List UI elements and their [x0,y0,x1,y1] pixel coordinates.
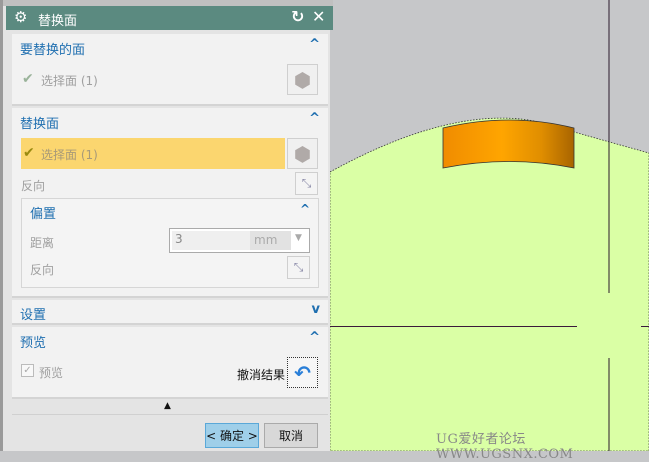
dialog-title: 替换面 [38,14,78,29]
distance-label: 距离 [30,236,55,250]
reverse-arrows-icon: ⤡ [301,176,312,190]
cancel-button[interactable]: 取消 [264,423,318,448]
section-faces-to-replace: 要替换的面 ^ ✔ 选择面 (1) ⬢ [12,34,328,106]
green-body [329,117,649,452]
section-title[interactable]: 预览 [20,332,46,351]
distance-value[interactable]: 3 [175,232,183,246]
undo-result-label: 撤消结果 [237,368,286,382]
preview-checkbox-label: 预览 [39,366,64,380]
chevron-up-icon[interactable]: ^ [309,37,320,52]
chevron-down-icon[interactable]: v [312,302,320,317]
section-title[interactable]: 替换面 [20,113,59,132]
collapse-arrow-icon[interactable]: ▲ [164,401,171,411]
ok-button[interactable]: < 确定 > [205,423,259,448]
check-icon: ✔ [22,71,34,87]
undo-icon: ↶ [294,360,311,385]
check-icon: ✔ [23,145,35,161]
undo-result-button[interactable]: ↶ [287,357,318,388]
orange-selected-face [442,119,575,169]
select-face-label[interactable]: 选择面 (1) [41,72,98,89]
offset-title[interactable]: 偏置 [30,203,56,222]
reverse-label: 反向 [30,263,55,277]
chevron-up-icon[interactable]: ^ [309,330,320,345]
preview-checkbox[interactable]: ✓ [21,364,34,377]
unit-select[interactable]: mm [254,233,277,247]
chevron-up-icon[interactable]: ^ [300,202,310,216]
dropdown-arrow-icon[interactable]: ▼ [295,233,302,243]
replace-face-dialog: ⚙ 替换面 ↻ ✕ 要替换的面 ^ ✔ 选择面 (1) ⬢ 替换面 ^ ✔ 选择… [0,0,333,451]
cube-icon: ⬢ [293,67,312,92]
reverse-arrows-icon: ⤡ [293,260,304,274]
section-title[interactable]: 设置 [20,304,46,323]
distance-input[interactable]: 3 mm ▼ [169,228,310,253]
graphics-viewport[interactable]: UG爱好者论坛 WWW.UGSNX.COM [329,0,649,462]
section-preview: 预览 ^ ✓ 预览 撤消结果 ↶ [12,327,328,399]
model-view [329,0,649,452]
close-icon[interactable]: ✕ [312,7,325,26]
section-title[interactable]: 要替换的面 [20,39,85,58]
watermark: UG爱好者论坛 WWW.UGSNX.COM [436,432,574,462]
gear-icon[interactable]: ⚙ [14,8,27,26]
section-settings[interactable]: 设置 v [12,300,328,325]
offset-group: 偏置 ^ 距离 3 mm ▼ 反向 ⤡ [21,198,319,288]
chevron-up-icon[interactable]: ^ [309,111,320,126]
reverse-label: 反向 [21,179,46,193]
select-face-row-active[interactable]: ✔ 选择面 (1) [21,138,285,169]
cube-icon: ⬢ [293,141,312,166]
section-replacement-face: 替换面 ^ ✔ 选择面 (1) ⬢ 反向 ⤡ 偏置 ^ 距离 3 mm ▼ 反向… [12,108,328,298]
select-face-label: 选择面 (1) [41,148,98,162]
reverse-direction-button[interactable]: ⤡ [295,172,318,195]
offset-reverse-button[interactable]: ⤡ [287,256,310,279]
reset-icon[interactable]: ↻ [291,7,304,26]
face-selector-button[interactable]: ⬢ [287,64,318,95]
face-selector-button[interactable]: ⬢ [287,138,318,169]
dialog-titlebar[interactable]: ⚙ 替换面 ↻ ✕ [6,6,333,30]
